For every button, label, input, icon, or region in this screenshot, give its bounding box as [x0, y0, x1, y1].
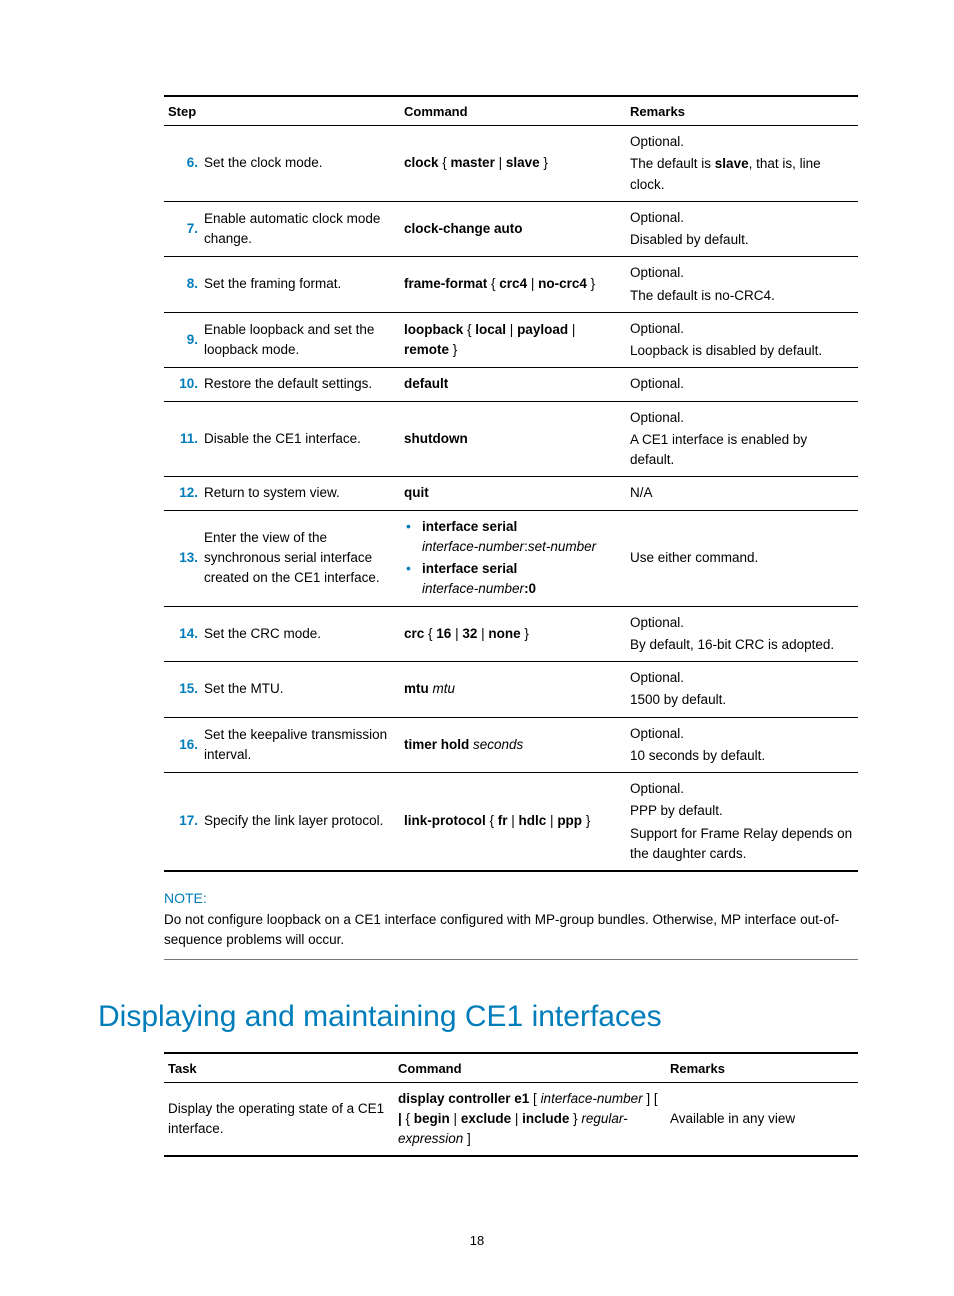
table-row: 11. Disable the CE1 interface. shutdown …: [164, 401, 858, 477]
step-command: clock { master | slave }: [400, 126, 626, 202]
note-label: NOTE:: [164, 890, 858, 906]
step-number: 12.: [164, 477, 200, 510]
table-row: 12. Return to system view. quit N/A: [164, 477, 858, 510]
step-command: crc { 16 | 32 | none }: [400, 606, 626, 662]
step-remarks: Use either command.: [626, 510, 858, 606]
page-number: 18: [0, 1233, 954, 1248]
step-remarks: Optional.A CE1 interface is enabled by d…: [626, 401, 858, 477]
step-remarks: Optional.The default is no-CRC4.: [626, 257, 858, 313]
step-number: 10.: [164, 368, 200, 401]
step-command: shutdown: [400, 401, 626, 477]
remarks-cell: Available in any view: [666, 1082, 858, 1156]
step-remarks: Optional.1500 by default.: [626, 662, 858, 718]
step-desc: Restore the default settings.: [200, 368, 400, 401]
table-row: 14. Set the CRC mode. crc { 16 | 32 | no…: [164, 606, 858, 662]
step-number: 14.: [164, 606, 200, 662]
table-row: 8. Set the framing format. frame-format …: [164, 257, 858, 313]
step-number: 8.: [164, 257, 200, 313]
task-cell: Display the operating state of a CE1 int…: [164, 1082, 394, 1156]
table-row: 15. Set the MTU. mtu mtu Optional.1500 b…: [164, 662, 858, 718]
step-remarks: Optional. The default is slave, that is,…: [626, 126, 858, 202]
list-item: interface serial interface-number:set-nu…: [404, 517, 622, 558]
step-desc: Enter the view of the synchronous serial…: [200, 510, 400, 606]
th-command: Command: [400, 96, 626, 126]
step-command: quit: [400, 477, 626, 510]
step-command-table: Step Command Remarks 6. Set the clock mo…: [164, 95, 858, 872]
note-block: NOTE: Do not configure loopback on a CE1…: [164, 890, 858, 960]
step-command: interface serial interface-number:set-nu…: [400, 510, 626, 606]
step-number: 9.: [164, 312, 200, 368]
list-item: interface serial interface-number:0: [404, 559, 622, 600]
table-row: 7. Enable automatic clock mode change. c…: [164, 201, 858, 257]
step-number: 13.: [164, 510, 200, 606]
table-row: 16. Set the keepalive transmission inter…: [164, 717, 858, 773]
step-remarks: Optional.10 seconds by default.: [626, 717, 858, 773]
step-number: 17.: [164, 773, 200, 872]
step-command: link-protocol { fr | hdlc | ppp }: [400, 773, 626, 872]
step-command: mtu mtu: [400, 662, 626, 718]
th-remarks: Remarks: [666, 1053, 858, 1083]
step-desc: Enable loopback and set the loopback mod…: [200, 312, 400, 368]
table-row: 10. Restore the default settings. defaul…: [164, 368, 858, 401]
step-command: frame-format { crc4 | no-crc4 }: [400, 257, 626, 313]
step-desc: Enable automatic clock mode change.: [200, 201, 400, 257]
step-number: 6.: [164, 126, 200, 202]
step-desc: Set the keepalive transmission interval.: [200, 717, 400, 773]
th-command: Command: [394, 1053, 666, 1083]
table-row: 6. Set the clock mode. clock { master | …: [164, 126, 858, 202]
step-remarks: Optional.Loopback is disabled by default…: [626, 312, 858, 368]
table-row: 9. Enable loopback and set the loopback …: [164, 312, 858, 368]
step-number: 7.: [164, 201, 200, 257]
command-cell: display controller e1 [ interface-number…: [394, 1082, 666, 1156]
step-remarks: Optional.By default, 16-bit CRC is adopt…: [626, 606, 858, 662]
step-number: 16.: [164, 717, 200, 773]
step-remarks: Optional.: [626, 368, 858, 401]
step-command: clock-change auto: [400, 201, 626, 257]
task-command-table: Task Command Remarks Display the operati…: [164, 1052, 858, 1158]
step-number: 15.: [164, 662, 200, 718]
step-desc: Specify the link layer protocol.: [200, 773, 400, 872]
table-row: 13. Enter the view of the synchronous se…: [164, 510, 858, 606]
step-desc: Set the clock mode.: [200, 126, 400, 202]
step-command: default: [400, 368, 626, 401]
th-remarks: Remarks: [626, 96, 858, 126]
step-desc: Return to system view.: [200, 477, 400, 510]
step-command: loopback { local | payload | remote }: [400, 312, 626, 368]
section-heading: Displaying and maintaining CE1 interface…: [98, 1000, 856, 1034]
table-row: 17. Specify the link layer protocol. lin…: [164, 773, 858, 872]
step-number: 11.: [164, 401, 200, 477]
step-desc: Set the framing format.: [200, 257, 400, 313]
step-command: timer hold seconds: [400, 717, 626, 773]
th-task: Task: [164, 1053, 394, 1083]
note-text: Do not configure loopback on a CE1 inter…: [164, 910, 858, 951]
step-desc: Disable the CE1 interface.: [200, 401, 400, 477]
step-remarks: N/A: [626, 477, 858, 510]
table-row: Display the operating state of a CE1 int…: [164, 1082, 858, 1156]
th-step: Step: [164, 96, 400, 126]
step-desc: Set the CRC mode.: [200, 606, 400, 662]
step-desc: Set the MTU.: [200, 662, 400, 718]
step-remarks: Optional. PPP by default. Support for Fr…: [626, 773, 858, 872]
step-remarks: Optional.Disabled by default.: [626, 201, 858, 257]
